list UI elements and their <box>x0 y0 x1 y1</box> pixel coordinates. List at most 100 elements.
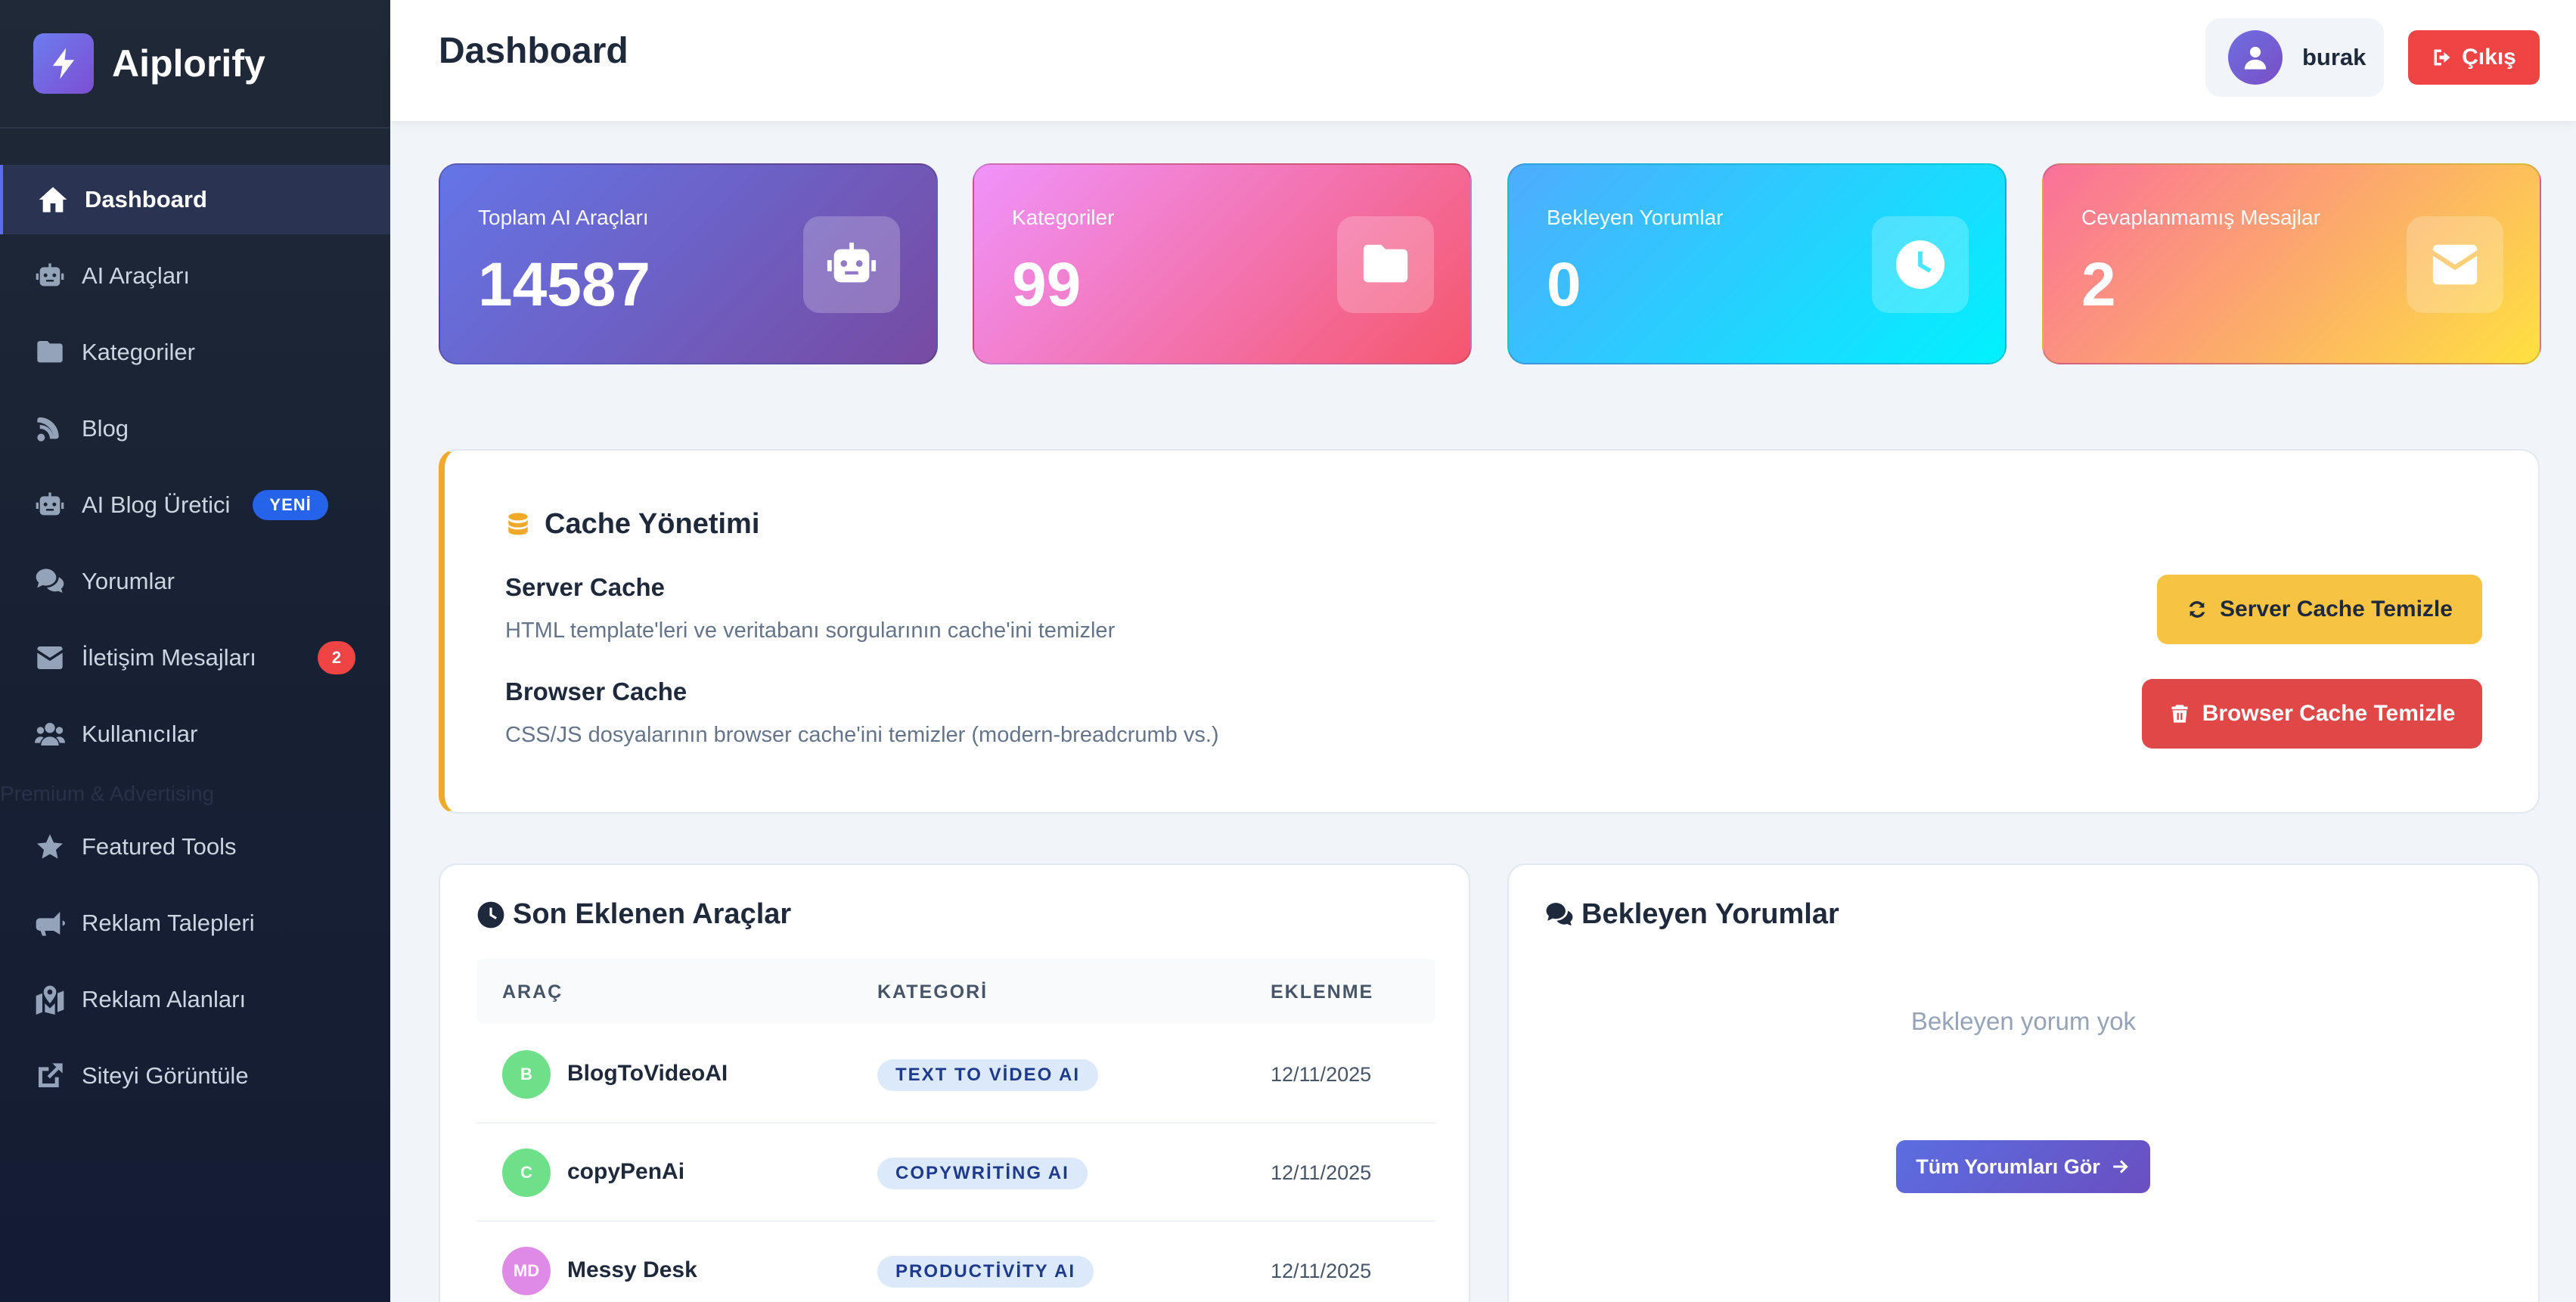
sidebar-item-categories[interactable]: Kategoriler <box>0 318 390 387</box>
comments-icon <box>33 565 67 598</box>
sidebar-item-ad-requests[interactable]: Reklam Talepleri <box>0 888 390 958</box>
stat-label: Kategoriler <box>1012 206 1115 229</box>
browser-cache-title: Browser Cache <box>505 677 687 705</box>
clear-server-cache-button[interactable]: Server Cache Temizle <box>2157 575 2482 644</box>
sidebar-item-ai-blog-generator[interactable]: AI Blog Üretici YENİ <box>0 470 390 540</box>
sidebar-item-ad-areas[interactable]: Reklam Alanları <box>0 965 390 1034</box>
users-icon <box>33 718 67 751</box>
sidebar-section-premium: Premium & Advertising <box>0 782 215 805</box>
sidebar-item-label: AI Blog Üretici <box>82 491 231 518</box>
category-badge: TEXT TO VİDEO AI <box>877 1059 1099 1091</box>
external-link-icon <box>33 1059 67 1093</box>
trash-icon <box>2171 705 2188 723</box>
view-all-comments-button[interactable]: Tüm Yorumları Gör <box>1896 1140 2150 1193</box>
clear-browser-cache-button[interactable]: Browser Cache Temizle <box>2142 679 2482 749</box>
pending-comments-title: Bekleyen Yorumlar <box>1545 898 1839 931</box>
server-cache-title: Server Cache <box>505 573 665 601</box>
blog-icon <box>33 412 67 445</box>
robot-icon <box>33 488 67 522</box>
sidebar-item-label: Yorumlar <box>82 568 175 594</box>
brand-name: Aiplorify <box>112 42 265 85</box>
bolt-icon <box>33 33 94 94</box>
user-icon <box>2244 46 2267 70</box>
stat-value: 2 <box>2081 250 2116 319</box>
sign-out-icon <box>2434 49 2450 66</box>
folder-icon <box>33 336 67 369</box>
sidebar-item-ai-tools[interactable]: AI Araçları <box>0 241 390 311</box>
robot-icon <box>803 216 900 313</box>
category-badge: COPYWRİTİNG AI <box>877 1158 1088 1189</box>
logout-button[interactable]: Çıkış <box>2408 30 2540 85</box>
user-name: burak <box>2302 44 2367 70</box>
comments-icon <box>1546 902 1573 925</box>
sidebar-item-view-site[interactable]: Siteyi Görüntüle <box>0 1041 390 1111</box>
server-cache-description: HTML template'leri ve veritabanı sorgula… <box>505 618 1116 643</box>
tool-name: BlogToVideoAI <box>567 1061 728 1086</box>
stat-value: 99 <box>1012 250 1082 319</box>
sidebar-item-label: Reklam Talepleri <box>82 910 255 936</box>
tool-name: copyPenAi <box>567 1159 685 1184</box>
column-header-category: KATEGORİ <box>877 981 989 1003</box>
tool-avatar: B <box>502 1050 551 1099</box>
envelope-icon <box>33 641 67 674</box>
sidebar-item-blog[interactable]: Blog <box>0 394 390 463</box>
table-row[interactable]: MD Messy Desk PRODUCTİVİTY AI 12/11/2025 <box>476 1222 1435 1302</box>
stat-label: Bekleyen Yorumlar <box>1547 206 1724 229</box>
sidebar-item-label: Siteyi Görüntüle <box>82 1062 249 1089</box>
table-header: ARAÇ KATEGORİ EKLENME <box>476 959 1435 1024</box>
sidebar-item-dashboard[interactable]: Dashboard <box>0 165 390 234</box>
recent-tools-panel: Son Eklenen Araçlar ARAÇ KATEGORİ EKLENM… <box>439 863 1470 1302</box>
empty-state-text: Bekleyen yorum yok <box>1910 1007 2137 1035</box>
stat-value: 14587 <box>478 250 651 319</box>
stat-label: Cevaplanmamış Mesajlar <box>2081 206 2320 229</box>
browser-cache-description: CSS/JS dosyalarının browser cache'ini te… <box>505 723 1219 747</box>
new-badge: YENİ <box>253 490 328 520</box>
tool-avatar: C <box>502 1149 551 1197</box>
stat-value: 0 <box>1547 250 1581 319</box>
brand[interactable]: Aiplorify <box>0 0 390 129</box>
sidebar-item-label: Reklam Alanları <box>82 986 247 1012</box>
map-icon <box>33 983 67 1016</box>
page-title: Dashboard <box>439 31 628 71</box>
sidebar-item-users[interactable]: Kullanıcılar <box>0 699 390 769</box>
clock-icon <box>1872 216 1969 313</box>
table-row[interactable]: C copyPenAi COPYWRİTİNG AI 12/11/2025 <box>476 1124 1435 1222</box>
unread-count-badge: 2 <box>318 641 355 674</box>
megaphone-icon <box>33 907 67 940</box>
table-row[interactable]: B BlogToVideoAI TEXT TO VİDEO AI 12/11/2… <box>476 1025 1435 1124</box>
home-icon <box>36 183 70 216</box>
added-date: 12/11/2025 <box>1271 1161 1372 1184</box>
tool-name: Messy Desk <box>567 1257 697 1282</box>
database-icon <box>508 512 528 535</box>
clock-icon <box>477 901 504 928</box>
star-icon <box>33 830 67 863</box>
sidebar-item-contact-messages[interactable]: İletişim Mesajları 2 <box>0 623 390 693</box>
stat-card-categories: Kategoriler 99 <box>973 163 1472 364</box>
top-header: Dashboard burak Çıkış <box>390 0 2576 121</box>
user-menu[interactable]: burak <box>2205 18 2384 97</box>
column-header-date: EKLENME <box>1271 981 1374 1003</box>
sidebar: Aiplorify Dashboard AI Araçları Kategori… <box>0 0 390 1302</box>
envelope-icon <box>2407 216 2503 313</box>
sidebar-item-comments[interactable]: Yorumlar <box>0 547 390 616</box>
sidebar-item-label: Dashboard <box>85 186 207 212</box>
pending-comments-panel: Bekleyen Yorumlar Bekleyen yorum yok Tüm… <box>1507 863 2540 1302</box>
added-date: 12/11/2025 <box>1271 1260 1372 1282</box>
cache-management-panel: Cache Yönetimi Server Cache HTML templat… <box>439 449 2540 814</box>
sidebar-nav: Dashboard AI Araçları Kategoriler Blog A… <box>0 129 390 1111</box>
stat-card-pending-comments: Bekleyen Yorumlar 0 <box>1507 163 2006 364</box>
sidebar-item-label: Blog <box>82 415 129 442</box>
column-header-tool: ARAÇ <box>502 981 563 1003</box>
refresh-icon <box>2189 601 2205 618</box>
folder-icon <box>1337 216 1434 313</box>
category-badge: PRODUCTİVİTY AI <box>877 1256 1094 1288</box>
recent-tools-title: Son Eklenen Araçlar <box>476 898 791 931</box>
stat-card-total-tools: Toplam AI Araçları 14587 <box>439 163 938 364</box>
sidebar-item-label: Kullanıcılar <box>82 721 198 747</box>
sidebar-item-label: İletişim Mesajları <box>82 644 256 671</box>
arrow-right-icon <box>2113 1160 2128 1173</box>
sidebar-item-label: AI Araçları <box>82 262 190 289</box>
sidebar-item-label: Kategoriler <box>82 339 195 365</box>
sidebar-item-label: Featured Tools <box>82 833 237 860</box>
sidebar-item-featured-tools[interactable]: Featured Tools <box>0 812 390 882</box>
